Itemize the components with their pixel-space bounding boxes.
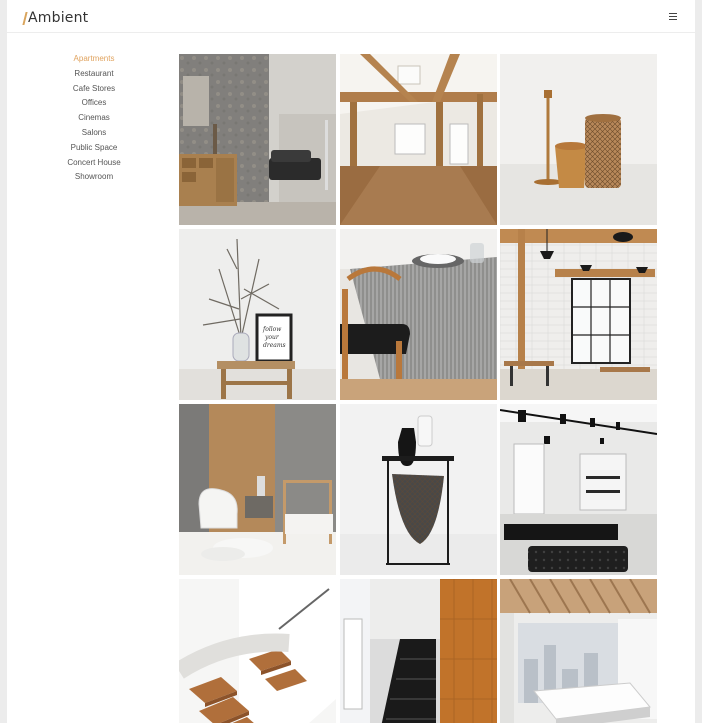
category-nav: Apartments Restaurant Cafe Stores Offices Ci…	[7, 52, 181, 185]
gallery-photo-image: follow your dreams	[179, 229, 336, 400]
gallery-photo-image	[500, 579, 657, 723]
gallery-photo[interactable]	[340, 404, 497, 575]
site-logo[interactable]: Ambient	[22, 9, 89, 27]
gallery-photo[interactable]	[500, 579, 657, 723]
logo-accent-mark	[22, 11, 28, 25]
gallery-photo[interactable]	[179, 54, 336, 225]
sidebar-item-cafe-stores[interactable]: Cafe Stores	[7, 82, 181, 97]
gallery-photo[interactable]	[500, 54, 657, 225]
svg-text:dreams: dreams	[263, 342, 286, 349]
gallery-photo[interactable]	[500, 229, 657, 400]
svg-text:follow: follow	[262, 326, 282, 333]
sidebar-item-offices[interactable]: Offices	[7, 96, 181, 111]
gallery-photo-image	[340, 404, 497, 575]
hamburger-menu-icon[interactable]	[669, 12, 678, 21]
gallery-photo-image	[179, 404, 336, 575]
sidebar-item-salons[interactable]: Salons	[7, 126, 181, 141]
site-header: Ambient	[7, 0, 695, 33]
gallery-photo-image	[500, 404, 657, 575]
gallery-photo-image	[340, 54, 497, 225]
gallery-photo-image	[340, 229, 497, 400]
gallery-photo[interactable]: follow your dreams	[179, 229, 336, 400]
gallery-photo[interactable]	[340, 229, 497, 400]
sidebar-item-concert-house[interactable]: Concert House	[7, 156, 181, 171]
gallery-photo-image	[179, 579, 336, 723]
gallery-photo-image	[500, 229, 657, 400]
sidebar-item-restaurant[interactable]: Restaurant	[7, 67, 181, 82]
gallery-photo-image	[340, 579, 497, 723]
gallery-photo[interactable]	[500, 404, 657, 575]
gallery-photo-image	[179, 54, 336, 225]
page: Ambient Apartments Restaurant Cafe Stores O…	[7, 0, 695, 723]
gallery-photo[interactable]	[179, 404, 336, 575]
gallery-photo-image	[500, 54, 657, 225]
svg-text:your: your	[264, 334, 280, 341]
sidebar-item-cinemas[interactable]: Cinemas	[7, 111, 181, 126]
logo-text: Ambient	[28, 10, 89, 26]
sidebar-item-showroom[interactable]: Showroom	[7, 170, 181, 185]
sidebar-item-apartments[interactable]: Apartments	[7, 52, 181, 67]
gallery-photo[interactable]	[340, 579, 497, 723]
sidebar-item-public-space[interactable]: Public Space	[7, 141, 181, 156]
gallery-photo[interactable]	[340, 54, 497, 225]
gallery-photo[interactable]	[179, 579, 336, 723]
